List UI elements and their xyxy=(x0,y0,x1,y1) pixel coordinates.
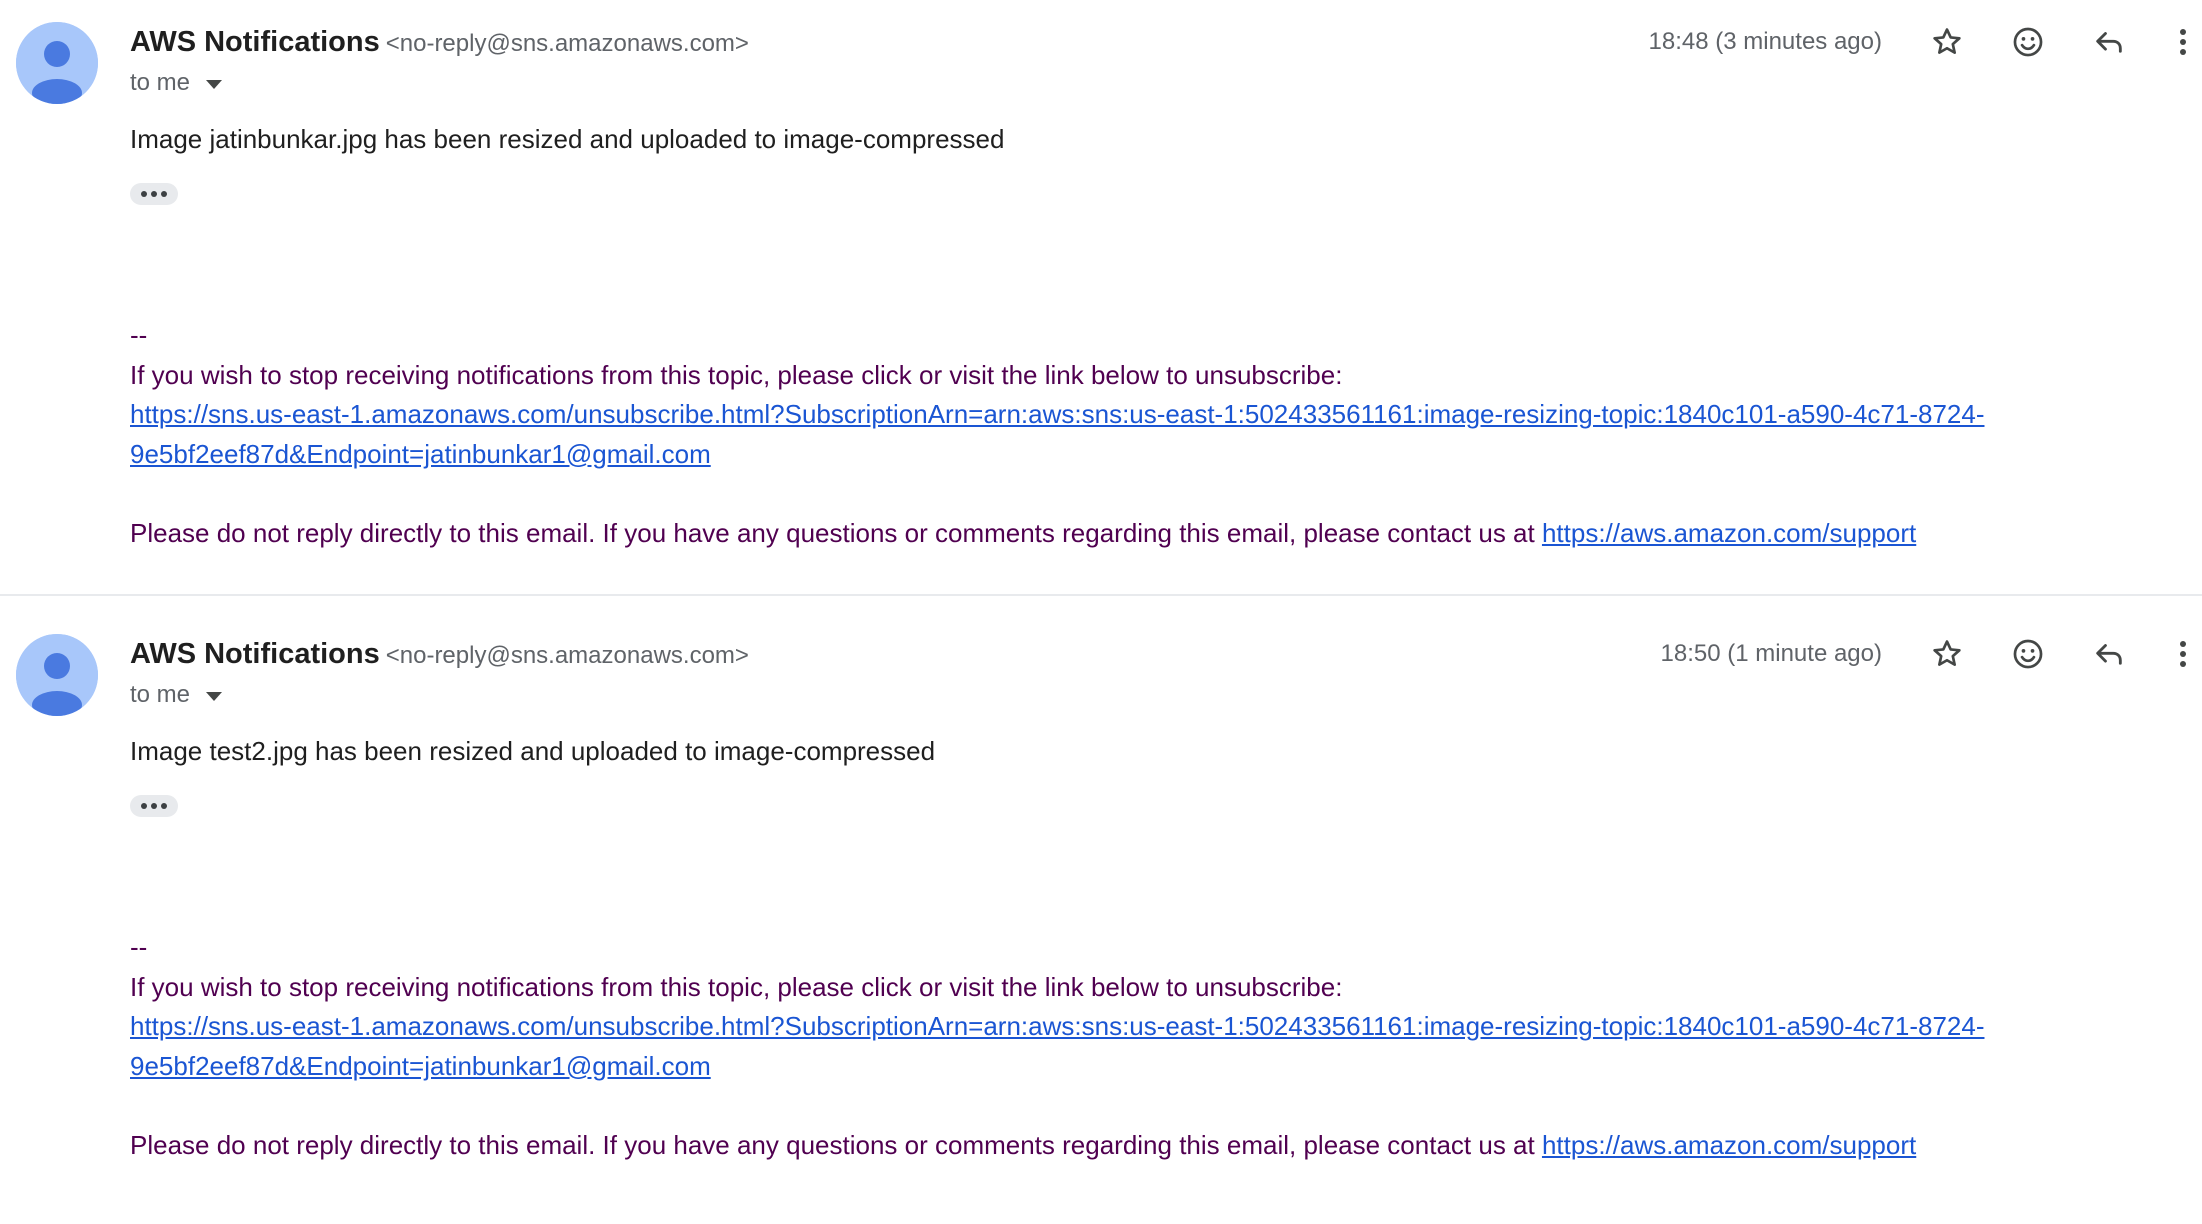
support-link[interactable]: https://aws.amazon.com/support xyxy=(1542,518,1916,548)
ellipsis-dot xyxy=(161,803,167,809)
recipient-line: to me xyxy=(130,64,223,102)
star-button[interactable] xyxy=(1925,632,1969,676)
more-vertical-icon xyxy=(2180,29,2186,55)
message-timestamp: 18:50 (1 minute ago) xyxy=(1660,640,1882,667)
star-outline-icon xyxy=(1933,28,1961,54)
message-divider xyxy=(0,594,2202,596)
more-options-button[interactable] xyxy=(2168,632,2198,676)
star-button[interactable] xyxy=(1925,20,1969,64)
unsubscribe-text: If you wish to stop receiving notificati… xyxy=(130,971,1343,1002)
sender-name[interactable]: AWS Notifications xyxy=(130,638,380,670)
email-message: AWS Notifications <no-reply@sns.amazonaws… xyxy=(0,612,2202,1224)
chevron-down-icon[interactable] xyxy=(206,691,223,701)
person-avatar-icon[interactable] xyxy=(16,634,98,716)
sender-line: AWS Notifications <no-reply@sns.amazonaws… xyxy=(130,22,749,62)
ellipsis-icon xyxy=(141,803,147,809)
add-reaction-button[interactable] xyxy=(2006,632,2050,676)
ellipsis-dot xyxy=(151,803,157,809)
unsubscribe-link-continued[interactable]: 9e5bf2eef87d&Endpoint=jatinbunkar1@gmail… xyxy=(130,1051,711,1081)
signature-separator: -- xyxy=(130,932,148,962)
noreply-text: Please do not reply directly to this ema… xyxy=(130,1129,1542,1160)
email-message: AWS Notifications <no-reply@sns.amazonaws… xyxy=(0,0,2202,612)
add-reaction-button[interactable] xyxy=(2006,20,2050,64)
unsubscribe-link[interactable]: https://sns.us-east-1.amazonaws.com/unsu… xyxy=(130,1011,1984,1041)
message-body: Image test2.jpg has been resized and upl… xyxy=(130,736,936,766)
reply-arrow-icon xyxy=(2096,32,2122,53)
person-avatar-icon[interactable] xyxy=(16,22,98,104)
unsubscribe-text: If you wish to stop receiving notificati… xyxy=(130,359,1343,390)
reply-button[interactable] xyxy=(2087,20,2131,64)
signature-separator: -- xyxy=(130,320,148,350)
unsubscribe-link[interactable]: https://sns.us-east-1.amazonaws.com/unsu… xyxy=(130,399,1984,429)
support-link[interactable]: https://aws.amazon.com/support xyxy=(1542,1130,1916,1160)
emoji-reaction-icon xyxy=(2013,639,2043,669)
sender-email: <no-reply@sns.amazonaws.com> xyxy=(385,642,749,669)
ellipsis-dot xyxy=(161,191,167,197)
recipient-line: to me xyxy=(130,676,223,714)
recipient-label: to me xyxy=(130,681,191,708)
message-footer: -- If you wish to stop receiving notific… xyxy=(130,316,2130,553)
more-options-button[interactable] xyxy=(2168,20,2198,64)
show-trimmed-content-button[interactable] xyxy=(130,183,178,205)
message-timestamp: 18:48 (3 minutes ago) xyxy=(1648,28,1882,55)
reply-arrow-icon xyxy=(2096,644,2122,665)
sender-email: <no-reply@sns.amazonaws.com> xyxy=(385,30,749,57)
reply-button[interactable] xyxy=(2087,632,2131,676)
noreply-text: Please do not reply directly to this ema… xyxy=(130,517,1542,548)
recipient-label: to me xyxy=(130,69,191,96)
ellipsis-dot xyxy=(151,191,157,197)
sender-line: AWS Notifications <no-reply@sns.amazonaws… xyxy=(130,634,749,674)
show-trimmed-content-button[interactable] xyxy=(130,795,178,817)
ellipsis-icon xyxy=(141,191,147,197)
unsubscribe-link-continued[interactable]: 9e5bf2eef87d&Endpoint=jatinbunkar1@gmail… xyxy=(130,439,711,469)
star-outline-icon xyxy=(1933,640,1961,666)
sender-name[interactable]: AWS Notifications xyxy=(130,26,380,58)
message-footer: -- If you wish to stop receiving notific… xyxy=(130,928,2130,1165)
chevron-down-icon[interactable] xyxy=(206,79,223,89)
emoji-reaction-icon xyxy=(2013,27,2043,57)
more-vertical-icon xyxy=(2180,641,2186,667)
email-thread: AWS Notifications <no-reply@sns.amazonaws… xyxy=(0,0,2202,1190)
message-body: Image jatinbunkar.jpg has been resized a… xyxy=(130,124,1005,154)
